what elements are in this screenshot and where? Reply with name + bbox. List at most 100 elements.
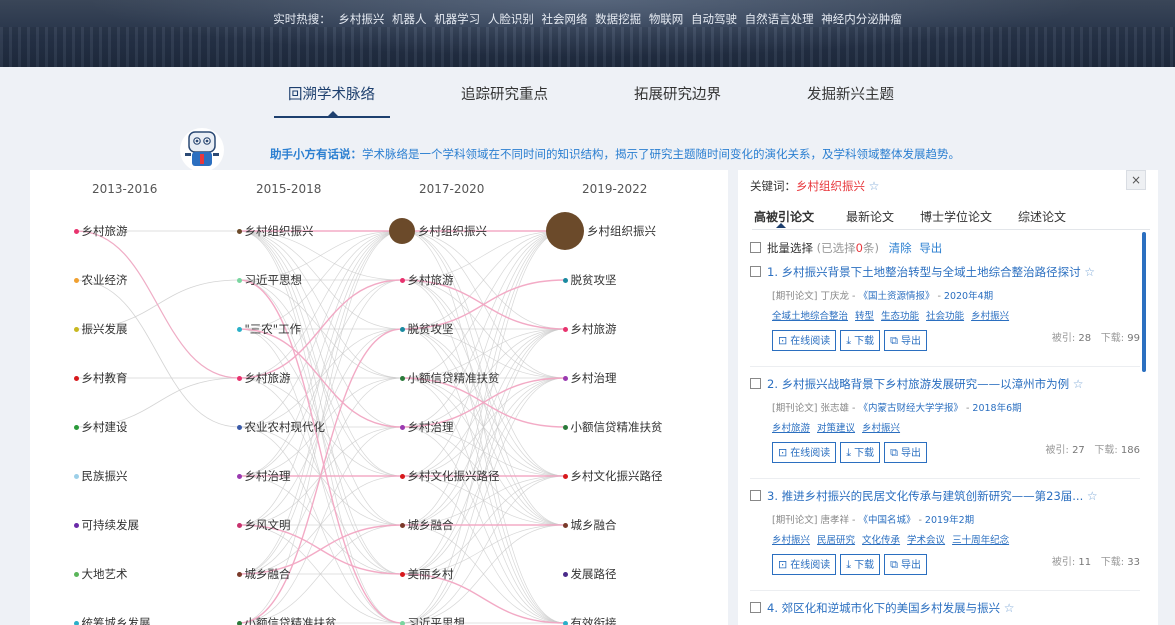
tab-review[interactable]: 综述论文 — [1018, 208, 1066, 225]
topic-node-dot[interactable] — [73, 522, 79, 528]
topic-node-label[interactable]: 习近平思想 — [408, 615, 466, 625]
paper-checkbox[interactable] — [750, 602, 761, 613]
topic-node-label[interactable]: 脱贫攻坚 — [408, 321, 454, 337]
hot-term[interactable]: 物联网 — [649, 12, 684, 26]
tab-emerging-topics[interactable]: 发掘新兴主题 — [807, 83, 894, 104]
topic-node-dot[interactable] — [399, 522, 405, 528]
paper-keyword[interactable]: 文化传承 — [862, 535, 900, 546]
favorite-star-icon[interactable]: ☆ — [1084, 265, 1095, 279]
paper-date[interactable]: 2020年4期 — [944, 291, 993, 302]
tab-research-focus[interactable]: 追踪研究重点 — [461, 83, 548, 104]
topic-node-dot[interactable] — [399, 375, 405, 381]
topic-node-dot[interactable] — [236, 522, 242, 528]
topic-node-dot[interactable] — [399, 620, 405, 625]
export-button[interactable]: ⧉ 导出 — [884, 554, 927, 575]
topic-node-label[interactable]: 乡村组织振兴 — [587, 223, 656, 239]
tab-academic-lineage[interactable]: 回溯学术脉络 — [288, 83, 375, 104]
topic-node-dot[interactable] — [562, 424, 568, 430]
topic-node-label[interactable]: 乡风文明 — [245, 517, 291, 533]
paper-keyword[interactable]: 乡村振兴 — [772, 535, 810, 546]
topic-node-dot[interactable] — [562, 620, 568, 625]
clear-link[interactable]: 清除 — [889, 241, 912, 255]
topic-node-label[interactable]: 乡村旅游 — [82, 223, 128, 239]
topic-node-dot[interactable] — [399, 326, 405, 332]
favorite-star-icon[interactable]: ☆ — [1073, 377, 1084, 391]
topic-node-label[interactable]: 美丽乡村 — [408, 566, 454, 582]
topic-node-label[interactable]: "三农"工作 — [245, 321, 302, 337]
topic-node-label[interactable]: 小额信贷精准扶贫 — [245, 615, 337, 625]
topic-node-dot[interactable] — [562, 571, 568, 577]
paper-checkbox[interactable] — [750, 266, 761, 277]
download-button[interactable]: ⤓ 下载 — [840, 330, 881, 351]
topic-node-dot[interactable] — [562, 522, 568, 528]
read-online-button[interactable]: ⊡ 在线阅读 — [772, 330, 837, 351]
paper-keyword[interactable]: 学术会议 — [907, 535, 945, 546]
paper-source[interactable]: 《国土资源情报》 — [858, 291, 934, 302]
paper-keyword[interactable]: 乡村振兴 — [862, 423, 900, 434]
batch-select-checkbox[interactable] — [750, 242, 761, 253]
paper-keyword[interactable]: 对策建议 — [817, 423, 855, 434]
topic-node-label[interactable]: 乡村旅游 — [408, 272, 454, 288]
topic-node-dot[interactable] — [562, 375, 568, 381]
paper-title[interactable]: 4. 郊区化和逆城市化下的美国乡村发展与振兴 — [767, 601, 1000, 615]
topic-node-dot[interactable] — [546, 212, 584, 250]
paper-source[interactable]: 《中国名城》 — [858, 515, 915, 526]
topic-node-dot[interactable] — [73, 473, 79, 479]
topic-node-label[interactable]: 小额信贷精准扶贫 — [571, 419, 663, 435]
topic-node-dot[interactable] — [389, 218, 415, 244]
topic-node-label[interactable]: 脱贫攻坚 — [571, 272, 617, 288]
hot-term[interactable]: 数据挖掘 — [595, 12, 641, 26]
download-button[interactable]: ⤓ 下载 — [840, 442, 881, 463]
paper-keyword[interactable]: 乡村振兴 — [971, 311, 1009, 322]
hot-term[interactable]: 人脸识别 — [488, 12, 534, 26]
topic-node-label[interactable]: 小额信贷精准扶贫 — [408, 370, 500, 386]
topic-node-label[interactable]: 乡村治理 — [408, 419, 454, 435]
topic-node-dot[interactable] — [73, 326, 79, 332]
paper-keyword[interactable]: 生态功能 — [881, 311, 919, 322]
topic-node-label[interactable]: 大地艺术 — [82, 566, 128, 582]
topic-node-dot[interactable] — [73, 571, 79, 577]
topic-node-label[interactable]: 民族振兴 — [82, 468, 128, 484]
favorite-star-icon[interactable]: ☆ — [1004, 601, 1015, 615]
paper-checkbox[interactable] — [750, 378, 761, 389]
topic-node-dot[interactable] — [562, 473, 568, 479]
topic-node-dot[interactable] — [73, 277, 79, 283]
paper-checkbox[interactable] — [750, 490, 761, 501]
topic-node-label[interactable]: 统筹城乡发展 — [82, 615, 151, 625]
read-online-button[interactable]: ⊡ 在线阅读 — [772, 554, 837, 575]
topic-node-label[interactable]: 城乡融合 — [245, 566, 291, 582]
topic-node-dot[interactable] — [73, 620, 79, 625]
topic-node-dot[interactable] — [73, 228, 79, 234]
topic-node-dot[interactable] — [399, 424, 405, 430]
topic-node-dot[interactable] — [73, 375, 79, 381]
paper-title[interactable]: 2. 乡村振兴战略背景下乡村旅游发展研究——以漳州市为例 — [767, 377, 1069, 391]
topic-node-dot[interactable] — [562, 326, 568, 332]
hot-term[interactable]: 社会网络 — [542, 12, 588, 26]
topic-node-label[interactable]: 有效衔接 — [571, 615, 617, 625]
topic-node-dot[interactable] — [236, 326, 242, 332]
topic-node-dot[interactable] — [562, 277, 568, 283]
topic-node-dot[interactable] — [73, 424, 79, 430]
topic-node-label[interactable]: 乡村旅游 — [245, 370, 291, 386]
topic-node-dot[interactable] — [236, 277, 242, 283]
topic-node-label[interactable]: 乡村建设 — [82, 419, 128, 435]
read-online-button[interactable]: ⊡ 在线阅读 — [772, 442, 837, 463]
topic-node-label[interactable]: 乡村文化振兴路径 — [571, 468, 663, 484]
topic-node-dot[interactable] — [236, 424, 242, 430]
hot-term[interactable]: 自动驾驶 — [691, 12, 737, 26]
topic-node-label[interactable]: 发展路径 — [571, 566, 617, 582]
topic-node-dot[interactable] — [236, 620, 242, 625]
close-icon[interactable]: × — [1126, 170, 1146, 190]
topic-node-label[interactable]: 乡村治理 — [571, 370, 617, 386]
hot-term[interactable]: 机器学习 — [434, 12, 480, 26]
topic-node-label[interactable]: 乡村文化振兴路径 — [408, 468, 500, 484]
paper-keyword[interactable]: 乡村旅游 — [772, 423, 810, 434]
favorite-star-icon[interactable]: ☆ — [1087, 489, 1098, 503]
topic-node-dot[interactable] — [399, 277, 405, 283]
favorite-star-icon[interactable]: ☆ — [869, 179, 880, 193]
export-button[interactable]: ⧉ 导出 — [884, 330, 927, 351]
paper-keyword[interactable]: 民居研究 — [817, 535, 855, 546]
topic-node-label[interactable]: 可持续发展 — [82, 517, 140, 533]
topic-node-dot[interactable] — [236, 473, 242, 479]
download-button[interactable]: ⤓ 下载 — [840, 554, 881, 575]
